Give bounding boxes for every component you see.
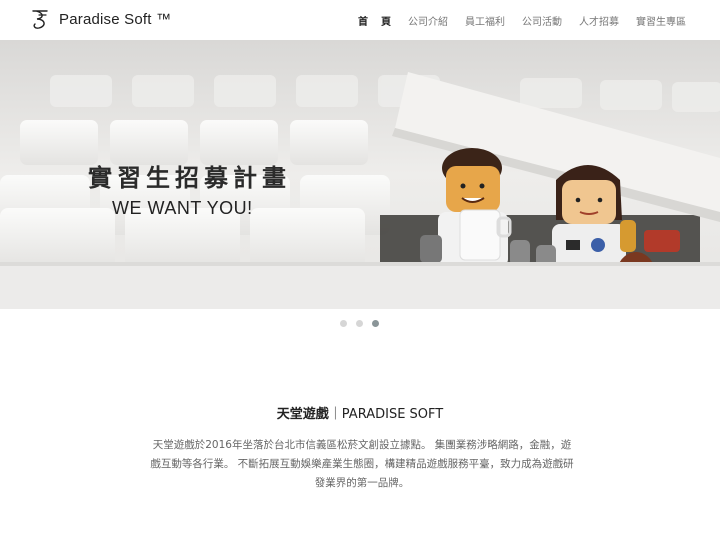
brand-name: Paradise Soft ™ <box>59 10 172 28</box>
carousel-dot-3[interactable] <box>372 320 379 327</box>
paradise-logo-icon <box>32 10 48 29</box>
nav-company-intro[interactable]: 公司介紹 <box>408 13 448 28</box>
nav-company-events[interactable]: 公司活動 <box>522 13 562 28</box>
about-description: 天堂遊戲於2016年坐落於台北市信義區松菸文創設立據點。 集團業務涉略網路，金融… <box>150 439 574 489</box>
nav-home[interactable]: 首頁 <box>358 13 404 28</box>
hero-title: 實習生招募計畫 <box>88 164 291 192</box>
nav-careers[interactable]: 人才招募 <box>579 13 619 28</box>
hero-banner[interactable]: 實習生招募計畫 WE WANT YOU! <box>0 40 720 309</box>
about-title-en: PARADISE SOFT <box>341 407 444 422</box>
about-title: 天堂遊戲｜PARADISE SOFT <box>0 403 720 422</box>
hero-subtitle: WE WANT YOU! <box>112 198 253 218</box>
carousel-dot-1[interactable] <box>340 320 347 327</box>
main-nav: 首頁 公司介紹 員工福利 公司活動 人才招募 實習生專區 <box>341 13 686 28</box>
about-title-zh: 天堂遊戲 <box>276 407 329 422</box>
nav-intern-zone[interactable]: 實習生專區 <box>636 13 686 28</box>
nav-employee-benefits[interactable]: 員工福利 <box>465 13 505 28</box>
site-header: Paradise Soft ™ 首頁 公司介紹 員工福利 公司活動 人才招募 實… <box>0 0 720 40</box>
brand-logo[interactable]: Paradise Soft ™ <box>30 7 171 31</box>
carousel-dot-2[interactable] <box>356 320 363 327</box>
carousel-indicators <box>340 320 388 327</box>
about-title-separator: ｜ <box>328 407 342 422</box>
